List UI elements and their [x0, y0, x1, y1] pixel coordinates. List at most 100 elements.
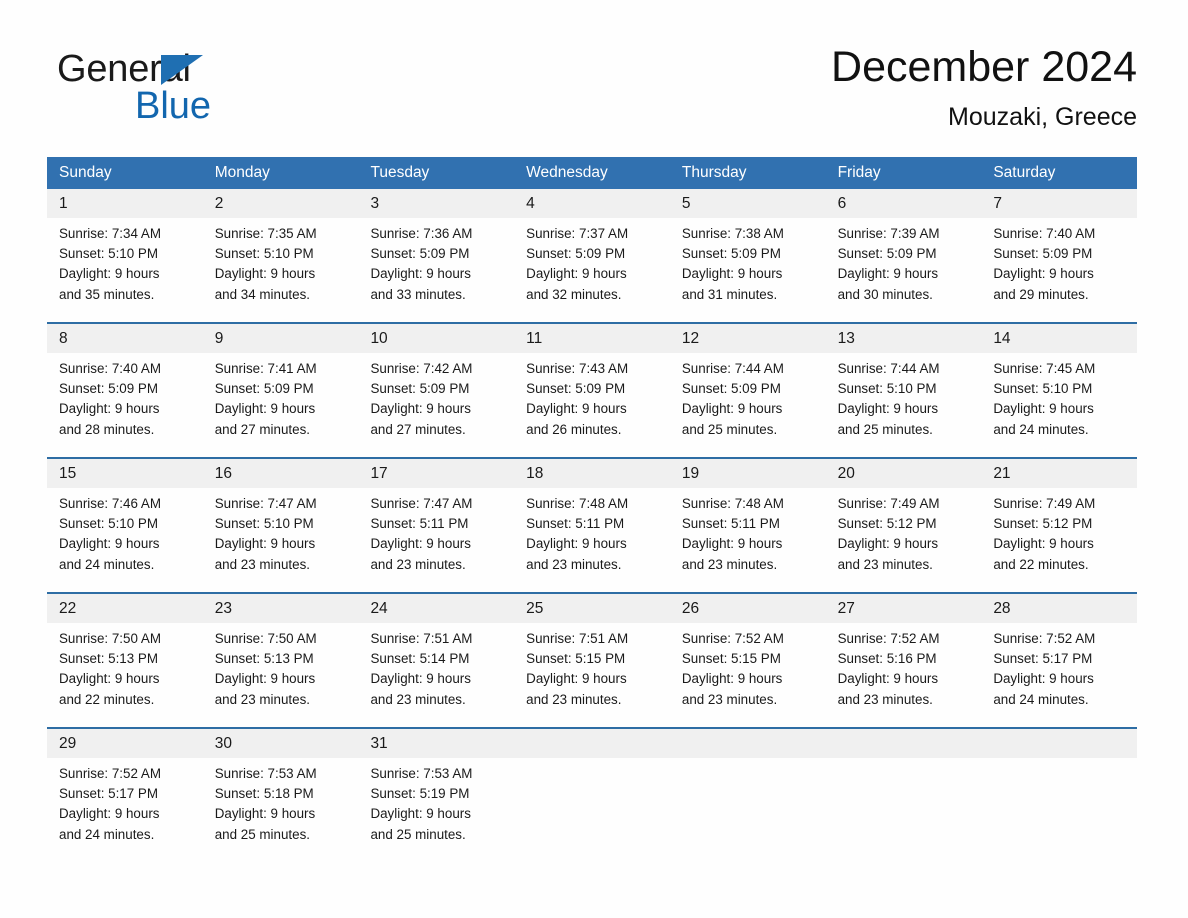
- day-number[interactable]: 6: [826, 189, 982, 218]
- day-daylight-1-text: Daylight: 9 hours: [837, 401, 939, 417]
- day-number[interactable]: 20: [826, 459, 982, 488]
- day-sunrise-text: Sunrise: 7:40 AM: [59, 361, 161, 376]
- day-number[interactable]: 29: [47, 729, 203, 758]
- day-number[interactable]: 30: [203, 729, 359, 758]
- day-number[interactable]: 27: [826, 594, 982, 623]
- day-cell[interactable]: [514, 758, 670, 866]
- day-cell[interactable]: Sunrise: 7:44 AM Sunset: 5:10 PM Daylight:…: [826, 353, 982, 457]
- day-number[interactable]: 23: [203, 594, 359, 623]
- day-cell[interactable]: Sunrise: 7:34 AM Sunset: 5:10 PM Daylight:…: [47, 218, 203, 322]
- day-cell[interactable]: Sunrise: 7:36 AM Sunset: 5:09 PM Daylight:…: [358, 218, 514, 322]
- day-cell[interactable]: Sunrise: 7:52 AM Sunset: 5:16 PM Daylight:…: [826, 623, 982, 727]
- day-number[interactable]: [514, 729, 670, 758]
- day-cell[interactable]: Sunrise: 7:49 AM Sunset: 5:12 PM Daylight:…: [826, 488, 982, 592]
- day-number[interactable]: 28: [981, 594, 1137, 623]
- day-number[interactable]: 14: [981, 324, 1137, 353]
- day-cell[interactable]: Sunrise: 7:48 AM Sunset: 5:11 PM Daylight:…: [670, 488, 826, 592]
- page-title: December 2024: [831, 43, 1137, 91]
- day-number[interactable]: 3: [358, 189, 514, 218]
- day-cell[interactable]: Sunrise: 7:41 AM Sunset: 5:09 PM Daylight:…: [203, 353, 359, 457]
- day-daylight-1-text: Daylight: 9 hours: [59, 401, 160, 417]
- day-cell[interactable]: Sunrise: 7:51 AM Sunset: 5:14 PM Daylight:…: [358, 623, 514, 727]
- day-number[interactable]: 16: [203, 459, 359, 488]
- day-cell[interactable]: Sunrise: 7:45 AM Sunset: 5:10 PM Daylight:…: [981, 353, 1137, 457]
- calendar-week-row: 22 23 24 25 26 27 28 Sunrise: 7:50 AM Sunset: 5:…: [47, 592, 1137, 727]
- day-number[interactable]: 26: [670, 594, 826, 623]
- weekday-header-wednesday: Wednesday: [526, 164, 608, 181]
- day-number[interactable]: 1: [47, 189, 203, 218]
- day-cell[interactable]: Sunrise: 7:47 AM Sunset: 5:11 PM Daylight:…: [358, 488, 514, 592]
- day-cell[interactable]: Sunrise: 7:38 AM Sunset: 5:09 PM Daylight:…: [670, 218, 826, 322]
- day-cell[interactable]: [981, 758, 1137, 866]
- day-daylight-2-text: and 35 minutes.: [59, 286, 155, 302]
- day-cell[interactable]: Sunrise: 7:40 AM Sunset: 5:09 PM Daylight:…: [981, 218, 1137, 322]
- day-cell[interactable]: Sunrise: 7:53 AM Sunset: 5:19 PM Daylight:…: [358, 758, 514, 866]
- day-sunrise-text: Sunrise: 7:44 AM: [837, 361, 940, 376]
- day-cell[interactable]: Sunrise: 7:51 AM Sunset: 5:15 PM Daylight:…: [514, 623, 670, 727]
- weekday-header-friday: Friday: [837, 164, 881, 181]
- day-sunrise-text: Sunrise: 7:39 AM: [837, 226, 940, 241]
- day-sunset-text: Sunset: 5:09 PM: [526, 381, 626, 397]
- day-number[interactable]: 11: [514, 324, 670, 353]
- day-number[interactable]: [826, 729, 982, 758]
- day-daylight-2-text: and 24 minutes.: [993, 691, 1089, 707]
- day-cell[interactable]: Sunrise: 7:50 AM Sunset: 5:13 PM Daylight:…: [203, 623, 359, 727]
- day-sunset-text: Sunset: 5:12 PM: [993, 516, 1093, 532]
- day-cell[interactable]: [670, 758, 826, 866]
- day-number[interactable]: [670, 729, 826, 758]
- day-cell[interactable]: Sunrise: 7:52 AM Sunset: 5:17 PM Daylight:…: [981, 623, 1137, 727]
- day-daylight-2-text: and 24 minutes.: [993, 421, 1089, 437]
- day-daylight-2-text: and 23 minutes.: [837, 691, 933, 707]
- day-sunrise-text: Sunrise: 7:52 AM: [681, 631, 784, 646]
- day-number[interactable]: 7: [981, 189, 1137, 218]
- day-daylight-1-text: Daylight: 9 hours: [837, 536, 939, 552]
- day-number[interactable]: [981, 729, 1137, 758]
- day-number[interactable]: 4: [514, 189, 670, 218]
- day-number[interactable]: 8: [47, 324, 203, 353]
- weekday-header-saturday: Saturday: [993, 164, 1056, 181]
- day-sunset-text: Sunset: 5:11 PM: [681, 516, 780, 532]
- day-number[interactable]: 18: [514, 459, 670, 488]
- day-sunset-text: Sunset: 5:19 PM: [370, 786, 470, 802]
- day-number[interactable]: 10: [358, 324, 514, 353]
- day-cell[interactable]: Sunrise: 7:46 AM Sunset: 5:10 PM Daylight:…: [47, 488, 203, 592]
- day-daylight-2-text: and 30 minutes.: [837, 286, 933, 302]
- day-daylight-2-text: and 24 minutes.: [59, 826, 155, 842]
- weekday-header-tuesday: Tuesday: [370, 164, 430, 181]
- day-number[interactable]: 19: [670, 459, 826, 488]
- day-cell[interactable]: [826, 758, 982, 866]
- day-cell[interactable]: Sunrise: 7:44 AM Sunset: 5:09 PM Daylight:…: [670, 353, 826, 457]
- day-number[interactable]: 25: [514, 594, 670, 623]
- day-cell[interactable]: Sunrise: 7:48 AM Sunset: 5:11 PM Daylight:…: [514, 488, 670, 592]
- calendar-weeks: 1 2 3 4 5 6 7 Sunrise: 7:34 AM Sunset: 5:10 PM Da…: [47, 189, 1137, 866]
- day-cell[interactable]: Sunrise: 7:43 AM Sunset: 5:09 PM Daylight:…: [514, 353, 670, 457]
- day-number[interactable]: 2: [203, 189, 359, 218]
- day-cell[interactable]: Sunrise: 7:53 AM Sunset: 5:18 PM Daylight:…: [203, 758, 359, 866]
- day-number[interactable]: 17: [358, 459, 514, 488]
- day-number[interactable]: 13: [826, 324, 982, 353]
- day-cell[interactable]: Sunrise: 7:35 AM Sunset: 5:10 PM Daylight:…: [203, 218, 359, 322]
- day-number[interactable]: 22: [47, 594, 203, 623]
- day-cell[interactable]: Sunrise: 7:37 AM Sunset: 5:09 PM Daylight:…: [514, 218, 670, 322]
- day-cell[interactable]: Sunrise: 7:42 AM Sunset: 5:09 PM Daylight:…: [358, 353, 514, 457]
- day-number[interactable]: 12: [670, 324, 826, 353]
- day-number[interactable]: 31: [358, 729, 514, 758]
- day-cell[interactable]: Sunrise: 7:47 AM Sunset: 5:10 PM Daylight:…: [203, 488, 359, 592]
- day-cell[interactable]: Sunrise: 7:52 AM Sunset: 5:17 PM Daylight:…: [47, 758, 203, 866]
- weekday-header-row: Sunday Monday Tuesday Wednesday Thursday Frid…: [47, 157, 1137, 189]
- day-number[interactable]: 15: [47, 459, 203, 488]
- day-sunset-text: Sunset: 5:09 PM: [837, 246, 937, 262]
- day-cell[interactable]: Sunrise: 7:49 AM Sunset: 5:12 PM Daylight:…: [981, 488, 1137, 592]
- day-number[interactable]: 21: [981, 459, 1137, 488]
- generalblue-logo[interactable]: General Blue: [57, 50, 317, 136]
- day-cell[interactable]: Sunrise: 7:50 AM Sunset: 5:13 PM Daylight:…: [47, 623, 203, 727]
- day-sunset-text: Sunset: 5:13 PM: [214, 651, 314, 667]
- day-cell[interactable]: Sunrise: 7:40 AM Sunset: 5:09 PM Daylight:…: [47, 353, 203, 457]
- day-sunrise-text: Sunrise: 7:35 AM: [214, 226, 317, 241]
- day-cell[interactable]: Sunrise: 7:52 AM Sunset: 5:15 PM Daylight:…: [670, 623, 826, 727]
- day-number[interactable]: 24: [358, 594, 514, 623]
- day-daylight-2-text: and 23 minutes.: [526, 556, 622, 572]
- day-number[interactable]: 5: [670, 189, 826, 218]
- day-number[interactable]: 9: [203, 324, 359, 353]
- day-cell[interactable]: Sunrise: 7:39 AM Sunset: 5:09 PM Daylight:…: [826, 218, 982, 322]
